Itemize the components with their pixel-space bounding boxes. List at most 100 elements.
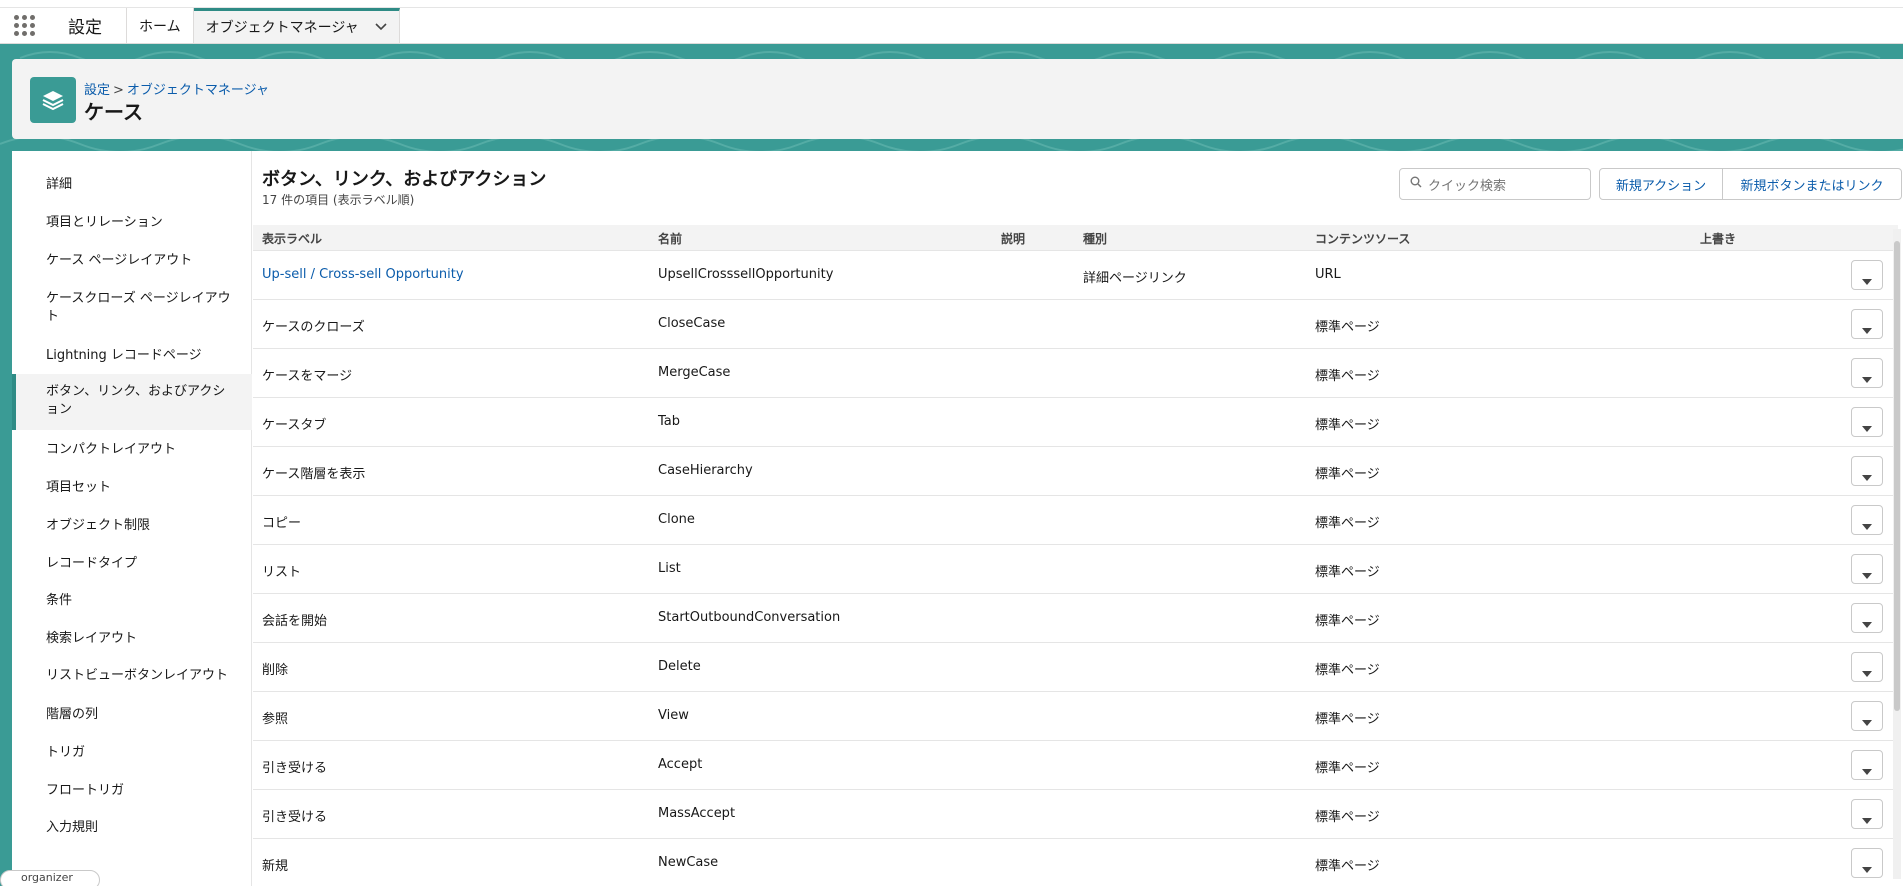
quick-search-input[interactable]: クイック検索: [1399, 168, 1591, 200]
sidebar-item-list-view-button-layout[interactable]: リストビューボタンレイアウト: [12, 667, 252, 685]
row-actions-menu-button[interactable]: [1851, 358, 1883, 388]
cell-label: 会話を開始: [262, 614, 328, 629]
organizer-label: organizer: [21, 871, 73, 884]
sidebar-item-page-layout[interactable]: ケース ページレイアウト: [12, 252, 252, 270]
table-row: ケースをマージ MergeCase 標準ページ: [253, 349, 1893, 398]
row-actions-menu-button[interactable]: [1851, 505, 1883, 535]
cell-label: 参照: [262, 712, 289, 727]
sidebar-item-triggers[interactable]: トリガ: [12, 744, 252, 762]
chevron-down-icon: [1862, 669, 1872, 680]
top-strip: [0, 0, 1903, 8]
chevron-down-icon: [1862, 277, 1872, 288]
cell-label[interactable]: Up-sell / Cross-sell Opportunity: [262, 267, 464, 282]
row-actions-menu-button[interactable]: [1851, 701, 1883, 731]
chevron-down-icon: [1862, 767, 1872, 778]
cell-type: 詳細ページリンク: [1083, 271, 1187, 286]
new-action-button[interactable]: 新規アクション: [1599, 168, 1723, 200]
table-row: ケースタブ Tab 標準ページ: [253, 398, 1893, 447]
chevron-down-icon: [1862, 326, 1872, 337]
section-title: ボタン、リンク、およびアクション: [262, 169, 547, 190]
cell-label: コピー: [262, 516, 302, 531]
tab-home-label: ホーム: [139, 18, 181, 35]
column-header[interactable]: 説明: [1001, 230, 1025, 247]
table-header: 表示ラベル 名前 説明 種別 コンテンツソース 上書き: [253, 225, 1898, 251]
chevron-down-icon: [1862, 620, 1872, 631]
cell-name: UpsellCrosssellOpportunity: [658, 267, 834, 282]
sidebar-item-conditions[interactable]: 条件: [12, 592, 252, 610]
sidebar-item-buttons-links-actions[interactable]: ボタン、リンク、およびアクション: [12, 374, 252, 430]
sidebar-item-label: リストビューボタンレイアウト: [46, 668, 229, 683]
sidebar-item-flow-triggers[interactable]: フロートリガ: [12, 782, 252, 800]
breadcrumb-object-manager[interactable]: オブジェクトマネージャ: [127, 83, 269, 98]
scrollbar-thumb[interactable]: [1894, 241, 1900, 711]
row-actions-menu-button[interactable]: [1851, 603, 1883, 633]
new-button-or-link-button[interactable]: 新規ボタンまたはリンク: [1722, 168, 1902, 200]
chevron-down-icon: [1862, 571, 1872, 582]
app-launcher-icon: [13, 15, 35, 36]
sidebar-item-label: 項目セット: [46, 480, 112, 495]
table-scrollbar[interactable]: [1893, 229, 1901, 879]
row-actions-menu-button[interactable]: [1851, 407, 1883, 437]
chevron-down-icon: [1862, 424, 1872, 435]
cell-source: 標準ページ: [1315, 810, 1380, 825]
row-actions-menu-button[interactable]: [1851, 750, 1883, 780]
column-header[interactable]: 上書き: [1700, 230, 1736, 247]
sidebar-item-label: 項目とリレーション: [46, 215, 163, 230]
table-row: 引き受ける MassAccept 標準ページ: [253, 790, 1893, 839]
object-layers-icon: [30, 77, 76, 123]
sidebar-item-close-page-layout[interactable]: ケースクローズ ページレイアウト: [12, 290, 252, 326]
object-header: 設定 > オブジェクトマネージャ ケース: [12, 59, 1903, 139]
sidebar-item-validation-rules[interactable]: 入力規則: [12, 819, 252, 837]
row-actions-menu-button[interactable]: [1851, 848, 1883, 878]
cell-label: ケース階層を表示: [262, 467, 366, 482]
sidebar-item-fields[interactable]: 項目とリレーション: [12, 214, 252, 232]
table-row: 参照 View 標準ページ: [253, 692, 1893, 741]
sidebar-item-label: フロートリガ: [46, 783, 125, 798]
organizer-widget[interactable]: organizer: [0, 870, 100, 886]
app-launcher-button[interactable]: [0, 8, 48, 43]
sidebar-item-object-limits[interactable]: オブジェクト制限: [12, 517, 252, 535]
sidebar-item-label: Lightning レコードページ: [46, 348, 202, 363]
column-header[interactable]: 種別: [1083, 230, 1107, 247]
sidebar-item-compact-layout[interactable]: コンパクトレイアウト: [12, 441, 252, 459]
cell-source: 標準ページ: [1315, 663, 1380, 678]
row-actions-menu-button[interactable]: [1851, 456, 1883, 486]
cell-source: 標準ページ: [1315, 859, 1380, 874]
app-name: 設定: [48, 8, 127, 43]
cell-name: MassAccept: [658, 806, 736, 821]
sidebar-item-search-layouts[interactable]: 検索レイアウト: [12, 630, 252, 648]
sidebar-item-label: トリガ: [46, 745, 86, 760]
cell-source: 標準ページ: [1315, 320, 1380, 335]
sidebar-item-label: 階層の列: [46, 707, 99, 722]
sidebar-item-lightning-record-page[interactable]: Lightning レコードページ: [12, 347, 252, 365]
cell-name: MergeCase: [658, 365, 731, 380]
cell-label: リスト: [262, 565, 302, 580]
chevron-down-icon[interactable]: [375, 21, 387, 34]
table-row: 新規 NewCase 標準ページ: [253, 839, 1893, 886]
cell-source: 標準ページ: [1315, 369, 1380, 384]
column-header[interactable]: コンテンツソース: [1315, 230, 1410, 247]
search-placeholder: クイック検索: [1428, 178, 1507, 194]
sidebar-item-record-types[interactable]: レコードタイプ: [12, 555, 252, 573]
row-actions-menu-button[interactable]: [1851, 652, 1883, 682]
cell-source: 標準ページ: [1315, 516, 1380, 531]
table-row: 会話を開始 StartOutboundConversation 標準ページ: [253, 594, 1893, 643]
cell-name: View: [658, 708, 689, 723]
sidebar-item-field-sets[interactable]: 項目セット: [12, 479, 252, 497]
tab-object-manager[interactable]: オブジェクトマネージャ: [193, 8, 400, 43]
cell-label: ケースタブ: [262, 418, 327, 433]
sidebar-item-details[interactable]: 詳細: [12, 176, 252, 194]
column-header[interactable]: 表示ラベル: [262, 230, 322, 247]
sidebar-item-label: レコードタイプ: [46, 556, 138, 571]
row-actions-menu-button[interactable]: [1851, 260, 1883, 290]
cell-label: 削除: [262, 663, 289, 678]
tab-home[interactable]: ホーム: [127, 8, 194, 43]
table-row: リスト List 標準ページ: [253, 545, 1893, 594]
cell-source: 標準ページ: [1315, 712, 1380, 727]
row-actions-menu-button[interactable]: [1851, 799, 1883, 829]
sidebar-item-hierarchy-columns[interactable]: 階層の列: [12, 706, 252, 724]
row-actions-menu-button[interactable]: [1851, 309, 1883, 339]
chevron-down-icon: [1862, 718, 1872, 729]
row-actions-menu-button[interactable]: [1851, 554, 1883, 584]
column-header[interactable]: 名前: [658, 230, 682, 247]
